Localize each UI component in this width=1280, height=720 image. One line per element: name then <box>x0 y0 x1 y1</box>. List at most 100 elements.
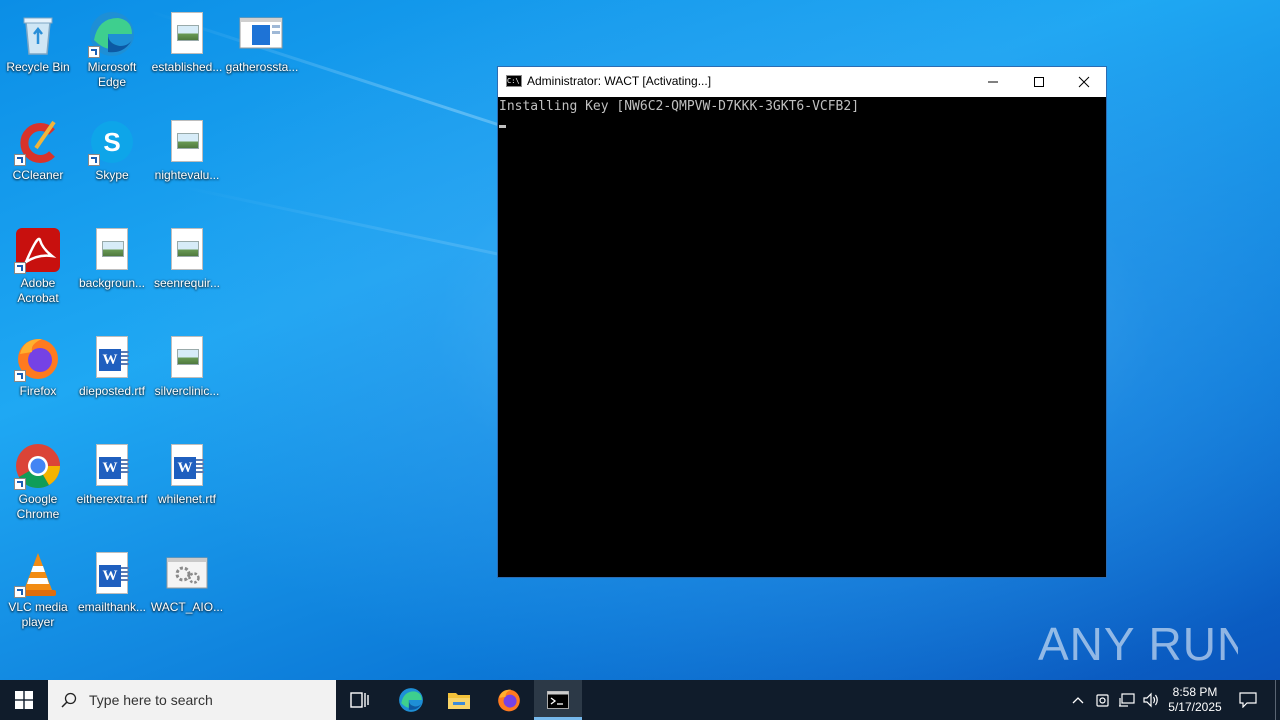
network-button[interactable] <box>1116 680 1138 720</box>
desktop-icon-label: established... <box>151 60 223 74</box>
chevron-up-icon <box>1072 697 1084 704</box>
search-icon <box>61 692 77 708</box>
desktop-icon-microsoft-edge[interactable]: Microsoft Edge <box>74 4 150 104</box>
desktop-icon-vlc[interactable]: VLC media player <box>0 544 76 644</box>
close-icon <box>1078 76 1090 88</box>
word-document-icon: W <box>88 334 136 382</box>
desktop-icon-wact-aio[interactable]: WACT_AIO... <box>149 544 225 644</box>
volume-button[interactable] <box>1140 680 1162 720</box>
desktop-icon-label: VLC media player <box>8 600 68 629</box>
notifications-icon <box>1239 692 1257 708</box>
google-chrome-icon <box>14 442 62 490</box>
word-document-icon: W <box>88 442 136 490</box>
show-desktop-button[interactable] <box>1275 680 1276 720</box>
desktop-icon-recycle-bin[interactable]: Recycle Bin <box>0 4 76 104</box>
search-placeholder: Type here to search <box>89 692 213 708</box>
window-app-icon <box>238 10 286 58</box>
desktop-icon-label: silverclinic... <box>154 384 220 398</box>
desktop-icon-seenrequir[interactable]: seenrequir... <box>149 220 225 320</box>
shortcut-arrow-icon <box>14 478 26 490</box>
desktop-icon-label: CCleaner <box>12 168 64 182</box>
shortcut-arrow-icon <box>88 46 100 58</box>
speaker-icon <box>1143 692 1158 708</box>
network-icon <box>1119 693 1135 707</box>
desktop-icon-adobe-acrobat[interactable]: Adobe Acrobat <box>0 220 76 320</box>
console-title: Administrator: WACT [Activating...] <box>527 74 712 88</box>
desktop-icon-label: Microsoft Edge <box>87 60 137 89</box>
tray-device-icon-button[interactable] <box>1092 680 1114 720</box>
settings-file-icon <box>163 550 211 598</box>
shortcut-arrow-icon <box>14 262 26 274</box>
desktop-icon-label: seenrequir... <box>153 276 221 290</box>
start-button[interactable] <box>0 680 48 720</box>
desktop-icon-label: dieposted.rtf <box>78 384 146 398</box>
desktop-icon-label: eitherextra.rtf <box>76 492 148 506</box>
taskbar-console[interactable] <box>534 680 582 720</box>
ccleaner-icon <box>14 118 62 166</box>
minimize-button[interactable] <box>970 67 1016 97</box>
clock[interactable]: 8:58 PM 5/17/2025 <box>1164 680 1226 720</box>
taskbar-search-box[interactable]: Type here to search <box>48 680 336 720</box>
desktop-icon-dieposted-rtf[interactable]: W dieposted.rtf <box>74 328 150 428</box>
desktop-icon-label: Recycle Bin <box>6 60 70 74</box>
skype-icon: S <box>88 118 136 166</box>
console-window[interactable]: C:\ Administrator: WACT [Activating...] … <box>497 66 1107 578</box>
desktop-icon-whilenet-rtf[interactable]: W whilenet.rtf <box>149 436 225 536</box>
word-document-icon: W <box>88 550 136 598</box>
task-view-button[interactable] <box>336 680 384 720</box>
image-file-icon <box>163 118 211 166</box>
minimize-icon <box>988 81 998 83</box>
vlc-cone-icon <box>14 550 62 598</box>
edge-icon <box>88 10 136 58</box>
desktop-icon-emailthank[interactable]: W emailthank... <box>74 544 150 644</box>
console-app-icon: C:\ <box>506 75 522 87</box>
image-file-icon <box>88 226 136 274</box>
desktop-icon-established[interactable]: established... <box>149 4 225 104</box>
close-button[interactable] <box>1061 67 1107 97</box>
console-cursor <box>499 125 506 128</box>
windows-logo-icon <box>15 691 33 709</box>
edge-icon <box>399 688 423 712</box>
desktop-icon-nightevalu[interactable]: nightevalu... <box>149 112 225 212</box>
console-app-icon <box>547 691 569 709</box>
device-icon <box>1096 694 1109 707</box>
shortcut-arrow-icon <box>88 154 100 166</box>
taskbar-firefox[interactable] <box>485 680 533 720</box>
action-center-button[interactable] <box>1232 680 1264 720</box>
taskbar: Type here to search 8:58 PM 5/17/2025 <box>0 680 1280 720</box>
image-file-icon <box>163 10 211 58</box>
firefox-icon <box>14 334 62 382</box>
desktop-icon-firefox[interactable]: Firefox <box>0 328 76 428</box>
adobe-acrobat-icon <box>14 226 62 274</box>
desktop-icon-gatherossta[interactable]: gatherossta... <box>224 4 300 104</box>
shortcut-arrow-icon <box>14 154 26 166</box>
desktop-icon-label: WACT_AIO... <box>150 600 224 614</box>
maximize-icon <box>1034 77 1044 87</box>
word-document-icon: W <box>163 442 211 490</box>
console-titlebar[interactable]: C:\ Administrator: WACT [Activating...] <box>498 67 1106 97</box>
image-file-icon <box>163 226 211 274</box>
desktop-icon-silverclinic[interactable]: silverclinic... <box>149 328 225 428</box>
desktop-icon-ccleaner[interactable]: CCleaner <box>0 112 76 212</box>
desktop-icon-eitherextra-rtf[interactable]: W eitherextra.rtf <box>74 436 150 536</box>
taskbar-edge[interactable] <box>387 680 435 720</box>
desktop-icon-label: gatherossta... <box>225 60 299 74</box>
shortcut-arrow-icon <box>14 586 26 598</box>
desktop-icon-label: Adobe Acrobat <box>17 276 59 305</box>
clock-time: 8:58 PM <box>1172 685 1218 699</box>
desktop-icon-label: Google Chrome <box>16 492 60 521</box>
clock-date: 5/17/2025 <box>1168 700 1222 714</box>
show-hidden-icons-button[interactable] <box>1068 680 1088 720</box>
desktop-icon-skype[interactable]: S Skype <box>74 112 150 212</box>
maximize-button[interactable] <box>1016 67 1062 97</box>
svg-text:S: S <box>103 127 120 157</box>
desktop-icon-label: nightevalu... <box>154 168 220 182</box>
console-output-line: Installing Key [NW6C2-QMPVW-D7KKK-3GKT6-… <box>499 99 860 114</box>
image-file-icon <box>163 334 211 382</box>
desktop-icon-google-chrome[interactable]: Google Chrome <box>0 436 76 536</box>
console-output[interactable]: Installing Key [NW6C2-QMPVW-D7KKK-3GKT6-… <box>498 97 1106 577</box>
svg-text:ANY RUN: ANY RUN <box>1038 618 1238 670</box>
taskbar-file-explorer[interactable] <box>435 680 483 720</box>
desktop-icon-background-file[interactable]: backgroun... <box>74 220 150 320</box>
folder-icon <box>448 693 470 709</box>
